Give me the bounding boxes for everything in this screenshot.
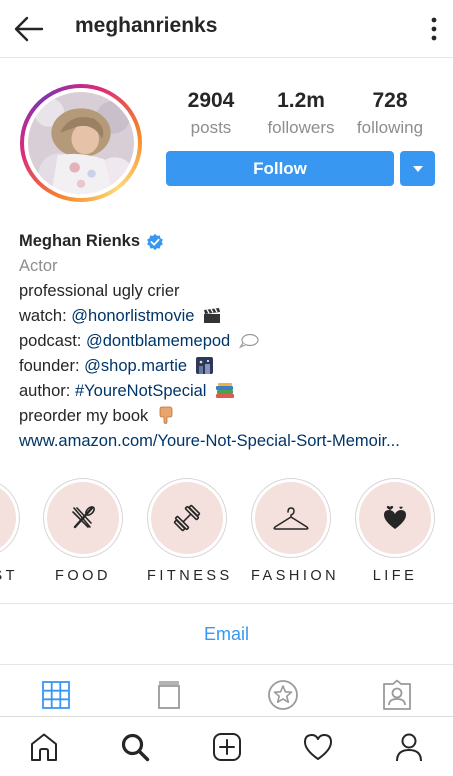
- nav-search[interactable]: [119, 731, 151, 763]
- highlight-food[interactable]: FOOD: [43, 478, 123, 584]
- tagged-icon: [383, 679, 411, 710]
- highlight-label: FITNESS: [147, 568, 233, 584]
- hanger-icon: [273, 507, 309, 530]
- highlight-label: LIFE: [372, 568, 418, 584]
- following-label[interactable]: following: [350, 118, 430, 138]
- profile-tabs: [0, 665, 453, 716]
- avatar: [28, 92, 134, 194]
- activity-heart-icon: [304, 734, 332, 760]
- pointing-down-hand-icon: [159, 406, 173, 424]
- email-button[interactable]: Email: [0, 604, 453, 664]
- guides-icon: [268, 680, 298, 710]
- posts-count: 2904: [187, 89, 235, 112]
- more-options-icon[interactable]: [427, 14, 441, 44]
- bio-line: professional ugly crier: [19, 282, 180, 300]
- followers-label[interactable]: followers: [262, 118, 340, 138]
- grid-icon: [42, 681, 70, 709]
- profile-username: meghanrienks: [75, 14, 218, 37]
- hearts-icon: [384, 505, 406, 529]
- highlight-label: ST: [0, 568, 18, 584]
- dumbbell-icon: [173, 504, 201, 532]
- stat-following[interactable]: 728 following: [350, 88, 430, 138]
- home-icon: [31, 733, 57, 761]
- suggested-accounts-button[interactable]: [400, 151, 435, 186]
- nav-activity[interactable]: [302, 731, 334, 763]
- posts-label: posts: [190, 118, 232, 137]
- highlight-label: FASHION: [251, 568, 340, 584]
- bio-website-link[interactable]: www.amazon.com/Youre-Not-Special-Sort-Me…: [19, 429, 444, 454]
- highlight-label: FOOD: [55, 568, 111, 584]
- speech-bubble-icon: [238, 333, 259, 349]
- verified-badge-icon: [147, 233, 163, 250]
- profile-icon: [396, 733, 422, 762]
- add-post-icon: [213, 733, 241, 761]
- followers-count[interactable]: 1.2m: [262, 88, 340, 114]
- tab-guides[interactable]: [267, 679, 299, 711]
- igtv-icon: [158, 681, 180, 709]
- bio-line-founder: founder: @shop.martie: [19, 354, 444, 379]
- shop-mention-link[interactable]: @shop.martie: [84, 357, 187, 375]
- stat-followers[interactable]: 1.2m followers: [262, 88, 340, 138]
- triangle-down-icon: [412, 165, 423, 172]
- highlight-life[interactable]: LIFE: [355, 478, 435, 584]
- bio-line-watch: watch: @honorlistmovie: [19, 304, 444, 329]
- nav-new-post[interactable]: [211, 731, 243, 763]
- nav-profile[interactable]: [393, 731, 425, 763]
- bottom-navigation: [0, 716, 453, 776]
- tab-tagged[interactable]: [381, 679, 413, 711]
- nav-home[interactable]: [28, 731, 60, 763]
- utensils-icon: [72, 506, 95, 529]
- avatar-story-ring[interactable]: [20, 84, 142, 202]
- display-name: Meghan Rienks: [19, 232, 141, 250]
- bio-category: Actor: [19, 257, 58, 275]
- top-bar: meghanrienks: [0, 0, 453, 58]
- night-city-icon: [195, 357, 213, 374]
- stat-posts: 2904 posts: [178, 88, 244, 138]
- profile-bio: Meghan Rienks Actor professional ugly cr…: [19, 229, 444, 454]
- bio-line-podcast: podcast: @dontblamemepod: [19, 329, 444, 354]
- books-icon: [216, 383, 235, 398]
- back-arrow-icon[interactable]: [12, 14, 46, 44]
- podcast-mention-link[interactable]: @dontblamemepod: [86, 332, 230, 350]
- highlight-fashion[interactable]: FASHION: [251, 478, 340, 584]
- tab-igtv[interactable]: [153, 679, 185, 711]
- watch-mention-link[interactable]: @honorlistmovie: [71, 307, 194, 325]
- search-icon: [121, 733, 150, 762]
- follow-button[interactable]: Follow: [166, 151, 394, 186]
- highlight-partial[interactable]: ST: [0, 478, 20, 584]
- tab-grid[interactable]: [40, 679, 72, 711]
- story-highlights: ST FOOD FITNESS: [0, 478, 453, 588]
- following-count[interactable]: 728: [350, 88, 430, 114]
- highlight-fitness[interactable]: FITNESS: [147, 478, 233, 584]
- bio-line-preorder: preorder my book: [19, 404, 444, 429]
- bio-line-author: author: #YoureNotSpecial: [19, 379, 444, 404]
- hashtag-link[interactable]: #YoureNotSpecial: [75, 382, 206, 400]
- clapperboard-icon: [204, 308, 221, 323]
